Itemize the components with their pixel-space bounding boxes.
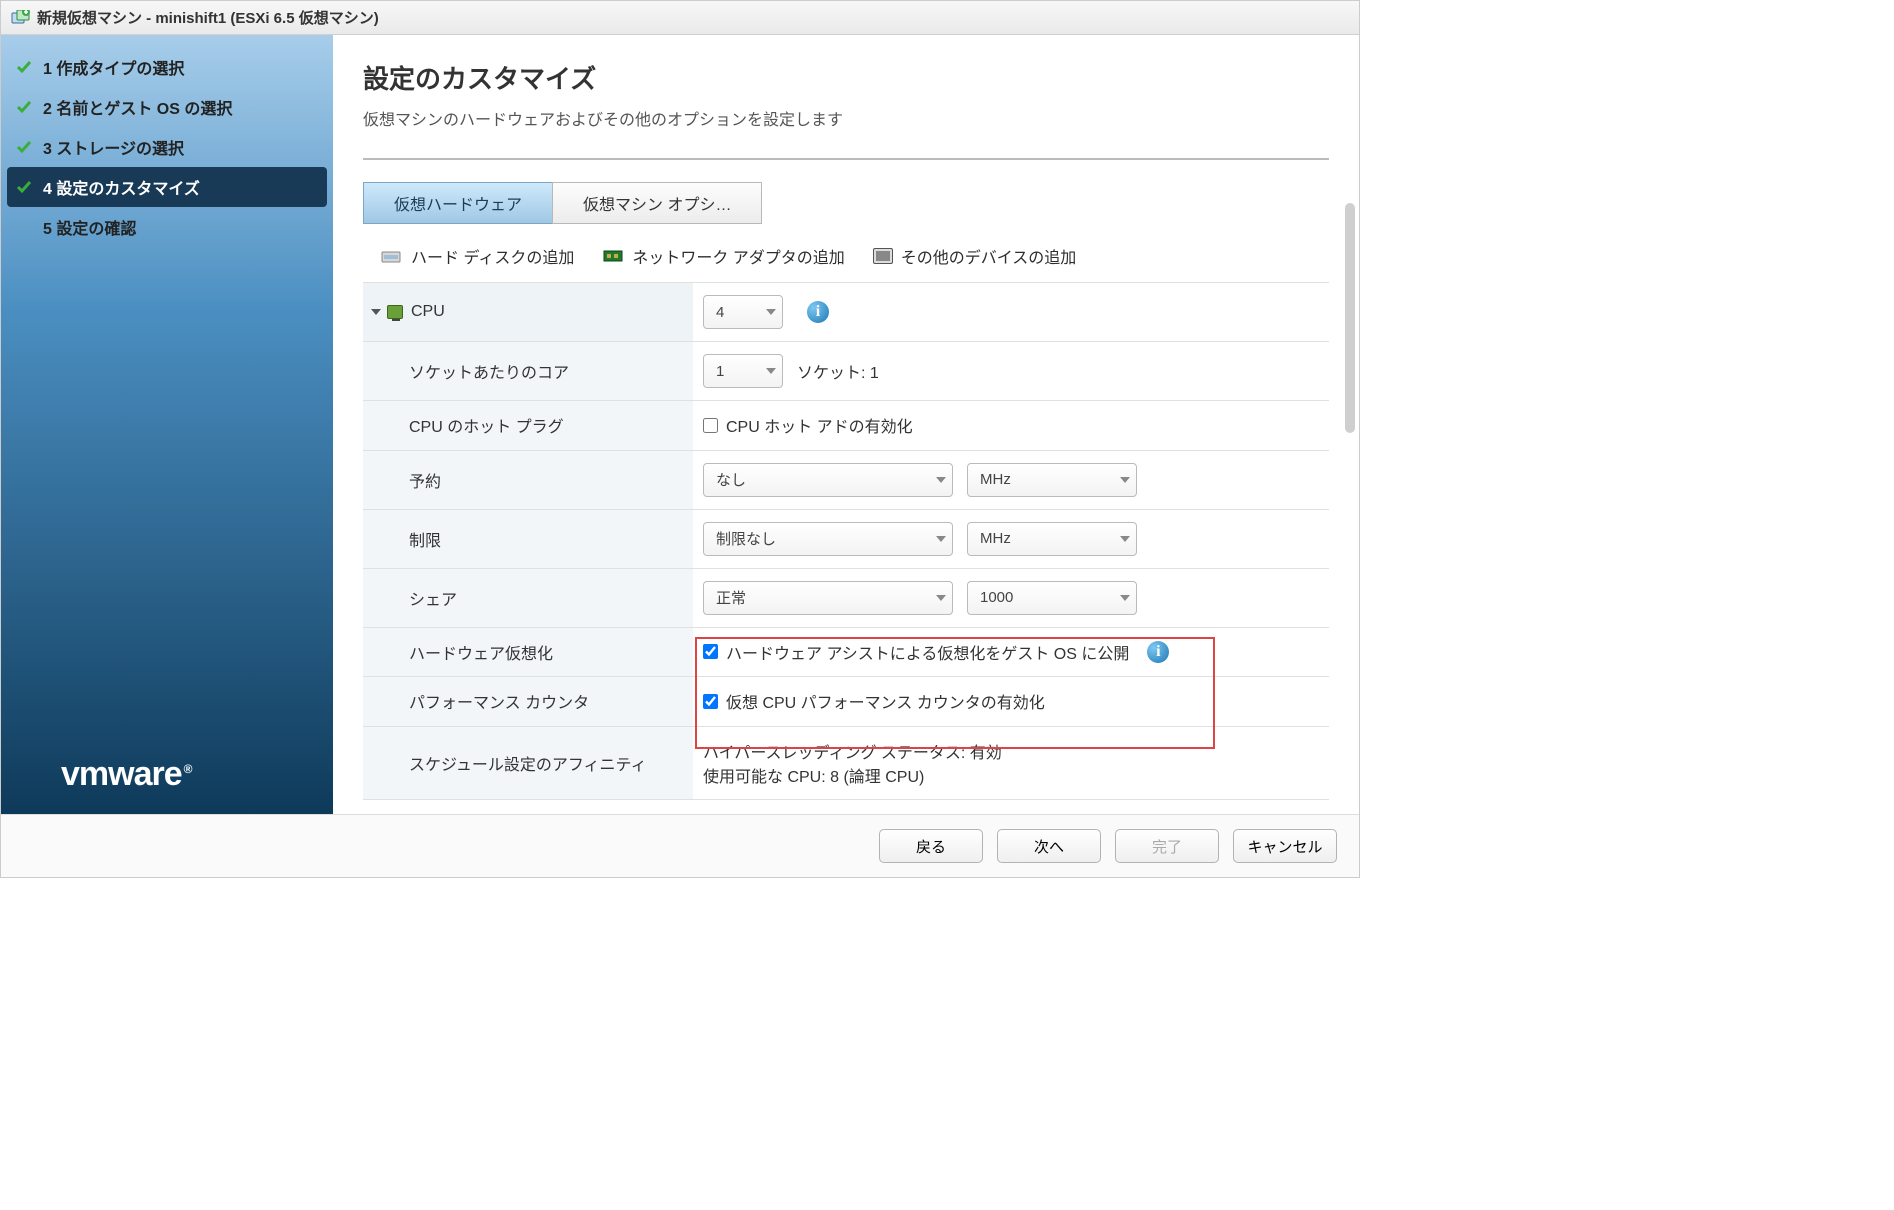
tab-virtual-hardware[interactable]: 仮想ハードウェア [363, 182, 553, 224]
add-other-device[interactable]: その他のデバイスの追加 [873, 244, 1077, 268]
back-button[interactable]: 戻る [879, 829, 983, 863]
row-perf-counters: パフォーマンス カウンタ 仮想 CPU パフォーマンス カウンタの有効化 [363, 677, 1329, 727]
cores-label: ソケットあたりのコア [363, 342, 693, 401]
info-icon[interactable]: i [1147, 641, 1169, 663]
perf-counters-checkbox[interactable] [703, 694, 718, 709]
cores-per-socket-select[interactable]: 1 [703, 354, 783, 388]
cpu-icon [387, 305, 403, 319]
row-cores-per-socket: ソケットあたりのコア 1 ソケット: 1 [363, 342, 1329, 401]
scrollbar[interactable] [1345, 203, 1355, 433]
reservation-label: 予約 [363, 450, 693, 509]
device-icon [873, 248, 893, 264]
reservation-unit-select[interactable]: MHz [967, 463, 1137, 497]
limit-unit-select[interactable]: MHz [967, 522, 1137, 556]
row-scheduling-affinity: スケジュール設定のアフィニティ ハイパースレッディング ステータス: 有効 使用… [363, 726, 1329, 799]
tab-vm-options[interactable]: 仮想マシン オプシ… [552, 182, 762, 224]
hotplug-label: CPU のホット プラグ [363, 401, 693, 451]
shares-label: シェア [363, 568, 693, 627]
cpu-label: CPU [411, 303, 445, 321]
row-reservation: 予約 なし MHz [363, 450, 1329, 509]
info-icon[interactable]: i [807, 301, 829, 323]
sidebar: 1 作成タイプの選択 2 名前とゲスト OS の選択 3 ストレージの選択 4 … [1, 35, 333, 814]
limit-label: 制限 [363, 509, 693, 568]
wizard-step-1[interactable]: 1 作成タイプの選択 [1, 47, 333, 87]
finish-button: 完了 [1115, 829, 1219, 863]
affinity-label: スケジュール設定のアフィニティ [363, 726, 693, 799]
device-toolbar: ハード ディスクの追加 ネットワーク アダプタの追加 その他のデバイスの追加 [363, 240, 1329, 282]
available-cpus: 使用可能な CPU: 8 (論理 CPU) [703, 763, 1319, 787]
reservation-select[interactable]: なし [703, 463, 953, 497]
next-button[interactable]: 次へ [997, 829, 1101, 863]
hard-disk-icon [381, 247, 403, 265]
check-icon [15, 138, 33, 156]
cpu-hot-add-checkbox[interactable] [703, 418, 718, 433]
shares-select[interactable]: 正常 [703, 581, 953, 615]
expose-hw-virt-checkbox[interactable] [703, 644, 718, 659]
settings-table: CPU 4 i ソケットあたりのコア [363, 282, 1329, 800]
vmware-logo: vmware® [1, 735, 333, 814]
check-icon [15, 98, 33, 116]
row-shares: シェア 正常 1000 [363, 568, 1329, 627]
nic-icon [602, 247, 624, 265]
page-desc: 仮想マシンのハードウェアおよびその他のオプションを設定します [363, 106, 1329, 130]
limit-select[interactable]: 制限なし [703, 522, 953, 556]
row-cpu: CPU 4 i [363, 283, 1329, 342]
shares-value-select[interactable]: 1000 [967, 581, 1137, 615]
title-underline [363, 158, 1329, 160]
page-title: 設定のカスタマイズ [363, 59, 1329, 96]
perfcnt-label: パフォーマンス カウンタ [363, 677, 693, 727]
hyperthreading-status: ハイパースレッディング ステータス: 有効 [703, 739, 1319, 763]
wizard-step-2[interactable]: 2 名前とゲスト OS の選択 [1, 87, 333, 127]
cancel-button[interactable]: キャンセル [1233, 829, 1337, 863]
wizard-step-4[interactable]: 4 設定のカスタマイズ [7, 167, 327, 207]
tabs: 仮想ハードウェア 仮想マシン オプシ… [363, 182, 1329, 224]
titlebar: 新規仮想マシン - minishift1 (ESXi 6.5 仮想マシン) [1, 1, 1359, 35]
add-hard-disk[interactable]: ハード ディスクの追加 [381, 244, 574, 268]
check-icon [15, 58, 33, 76]
vm-icon [11, 10, 29, 26]
expand-caret-icon[interactable] [371, 309, 381, 315]
wizard-step-3[interactable]: 3 ストレージの選択 [1, 127, 333, 167]
row-limit: 制限 制限なし MHz [363, 509, 1329, 568]
add-network-adapter[interactable]: ネットワーク アダプタの追加 [602, 244, 844, 268]
cpu-count-select[interactable]: 4 [703, 295, 783, 329]
socket-count-text: ソケット: 1 [797, 359, 879, 383]
wizard-step-5[interactable]: 5 設定の確認 [1, 207, 333, 247]
row-cpu-hotplug: CPU のホット プラグ CPU ホット アドの有効化 [363, 401, 1329, 451]
check-icon [15, 178, 33, 196]
wizard-steps: 1 作成タイプの選択 2 名前とゲスト OS の選択 3 ストレージの選択 4 … [1, 35, 333, 735]
footer: 戻る 次へ 完了 キャンセル [1, 814, 1359, 877]
row-hardware-virtualization: ハードウェア仮想化 ハードウェア アシストによる仮想化をゲスト OS に公開i [363, 627, 1329, 677]
hwvirt-label: ハードウェア仮想化 [363, 627, 693, 677]
window-title: 新規仮想マシン - minishift1 (ESXi 6.5 仮想マシン) [37, 7, 379, 28]
